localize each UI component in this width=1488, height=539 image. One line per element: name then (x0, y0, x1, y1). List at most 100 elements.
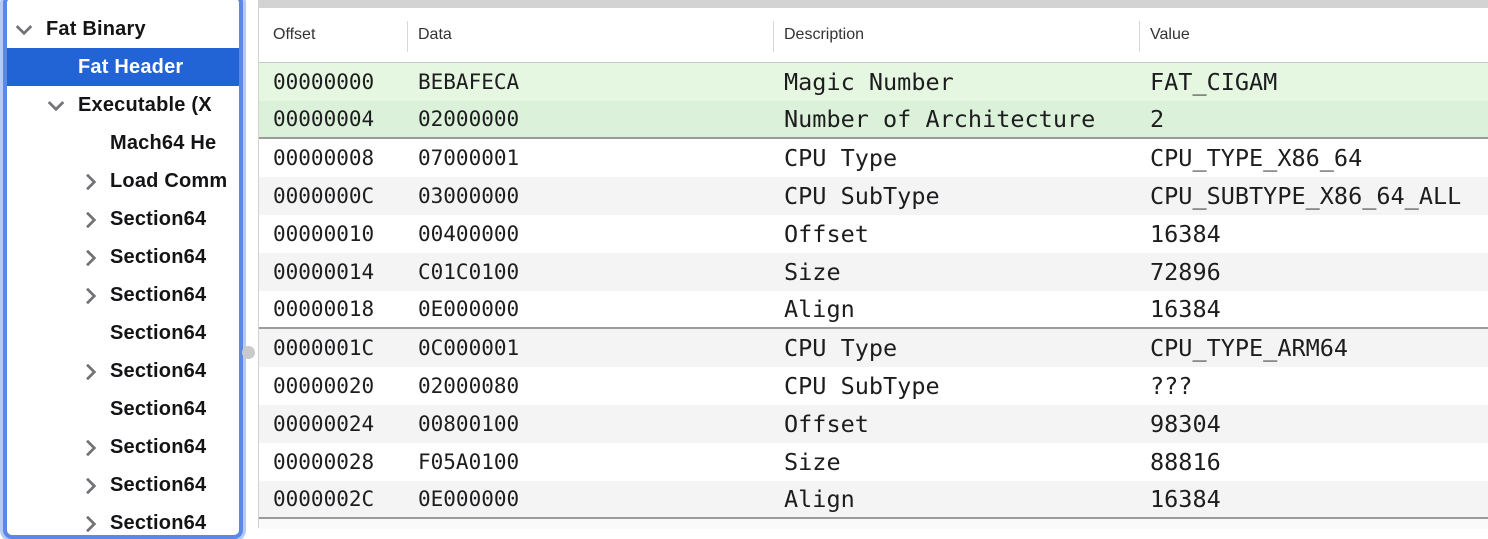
sidebar-item[interactable]: Section64 (7, 390, 239, 428)
chevron-right-icon[interactable] (78, 436, 100, 458)
chevron-right-icon[interactable] (78, 474, 100, 496)
cell-offset: 00000028 (259, 450, 407, 474)
cell-data: BEBAFECA (407, 70, 773, 94)
sidebar-item-label: Load Comm (110, 170, 227, 193)
sidebar-item-label: Section64 (110, 208, 206, 231)
cell-offset: 0000001C (259, 336, 407, 360)
sidebar-item[interactable]: Section64 (7, 466, 239, 504)
sidebar-item-label: Section64 (110, 360, 206, 383)
chevron-down-icon[interactable] (14, 18, 36, 40)
sidebar-item[interactable]: Executable (X (7, 86, 239, 124)
table-row[interactable]: 00000018 0E000000 Align 16384 (259, 291, 1488, 329)
sidebar-item[interactable]: Section64 (7, 352, 239, 390)
table-header: Offset Data Description Value (259, 8, 1488, 63)
table-row[interactable]: 00000004 02000000 Number of Architecture… (259, 101, 1488, 139)
table-row[interactable]: 00000020 02000080 CPU SubType ??? (259, 367, 1488, 405)
table-row[interactable]: 00000028 F05A0100 Size 88816 (259, 443, 1488, 481)
chevron-right-icon[interactable] (78, 246, 100, 268)
cell-offset: 00000000 (259, 70, 407, 94)
cell-offset: 00000018 (259, 297, 407, 321)
chevron-spacer (46, 56, 68, 78)
sidebar-item[interactable]: Section64 (7, 504, 239, 539)
cell-description: Number of Architecture (773, 105, 1139, 133)
cell-description: CPU SubType (773, 182, 1139, 210)
cell-data: F05A0100 (407, 450, 773, 474)
sidebar-item[interactable]: Section64 (7, 428, 239, 466)
chevron-spacer (78, 322, 100, 344)
column-header-offset[interactable]: Offset (259, 8, 407, 62)
cell-data: 02000000 (407, 107, 773, 131)
cell-offset: 00000020 (259, 374, 407, 398)
cell-value: 98304 (1139, 410, 1488, 438)
cell-offset: 00000008 (259, 146, 407, 170)
chevron-spacer (78, 132, 100, 154)
cell-value: 88816 (1139, 448, 1488, 476)
table-row[interactable]: 00000010 00400000 Offset 16384 (259, 215, 1488, 253)
sidebar-item[interactable]: Section64 (7, 200, 239, 238)
sidebar-item-label: Fat Header (78, 56, 183, 79)
cell-description: Align (773, 485, 1139, 513)
cell-value: 16384 (1139, 485, 1488, 513)
sidebar-item[interactable]: Mach64 He (7, 124, 239, 162)
cell-data: 0E000000 (407, 297, 773, 321)
sidebar-focus-ring: Fat Binary Fat Header Executable (X Mach… (3, 0, 243, 539)
sidebar-item-label: Section64 (110, 436, 206, 459)
cell-offset: 00000004 (259, 107, 407, 131)
table-body: 00000000 BEBAFECA Magic Number FAT_CIGAM… (259, 63, 1488, 529)
chevron-right-icon[interactable] (78, 512, 100, 534)
cell-data: 03000000 (407, 184, 773, 208)
sidebar-item-label: Section64 (110, 474, 206, 497)
cell-data: 0E000000 (407, 487, 773, 511)
sidebar-item[interactable]: Fat Header (7, 48, 239, 86)
table-row[interactable]: 00000014 C01C0100 Size 72896 (259, 253, 1488, 291)
chevron-right-icon[interactable] (78, 360, 100, 382)
chevron-right-icon[interactable] (78, 284, 100, 306)
cell-offset: 00000014 (259, 260, 407, 284)
sidebar-item[interactable]: Section64 (7, 276, 239, 314)
sidebar-item-label: Section64 (110, 398, 206, 421)
table-row[interactable]: 00000000 BEBAFECA Magic Number FAT_CIGAM (259, 63, 1488, 101)
sidebar-item[interactable]: Section64 (7, 238, 239, 276)
sidebar-item-label: Section64 (110, 284, 206, 307)
cell-description: CPU Type (773, 144, 1139, 172)
splitter-handle[interactable] (242, 346, 255, 359)
cell-value: CPU_SUBTYPE_X86_64_ALL (1139, 182, 1488, 210)
table-row[interactable]: 0000002C 0E000000 Align 16384 (259, 481, 1488, 519)
chevron-spacer (78, 398, 100, 420)
cell-offset: 0000002C (259, 487, 407, 511)
cell-value: CPU_TYPE_X86_64 (1139, 144, 1488, 172)
table-row[interactable]: 00000024 00800100 Offset 98304 (259, 405, 1488, 443)
cell-value: FAT_CIGAM (1139, 68, 1488, 96)
sidebar-item-label: Mach64 He (110, 132, 216, 155)
sidebar-item-label: Section64 (110, 512, 206, 535)
chevron-right-icon[interactable] (78, 208, 100, 230)
chevron-down-icon[interactable] (46, 94, 68, 116)
table-row[interactable]: 0000001C 0C000001 CPU Type CPU_TYPE_ARM6… (259, 329, 1488, 367)
column-header-description[interactable]: Description (773, 8, 1139, 62)
cell-data: 00800100 (407, 412, 773, 436)
cell-data: 07000001 (407, 146, 773, 170)
sidebar-item-label: Section64 (110, 246, 206, 269)
cell-data: C01C0100 (407, 260, 773, 284)
sidebar-item[interactable]: Section64 (7, 314, 239, 352)
cell-description: Offset (773, 410, 1139, 438)
cell-value: 16384 (1139, 220, 1488, 248)
cell-value: CPU_TYPE_ARM64 (1139, 334, 1488, 362)
outline-tree: Fat Binary Fat Header Executable (X Mach… (7, 0, 239, 539)
cell-description: Offset (773, 220, 1139, 248)
cell-description: Size (773, 448, 1139, 476)
cell-data: 02000080 (407, 374, 773, 398)
sidebar-item[interactable]: Load Comm (7, 162, 239, 200)
cell-description: Align (773, 295, 1139, 323)
sidebar-item[interactable]: Fat Binary (7, 10, 239, 48)
column-header-data[interactable]: Data (407, 8, 773, 62)
chevron-right-icon[interactable] (78, 170, 100, 192)
cell-value: 16384 (1139, 295, 1488, 323)
sidebar-item-label: Section64 (110, 322, 206, 345)
cell-description: CPU Type (773, 334, 1139, 362)
cell-description: Size (773, 258, 1139, 286)
table-row[interactable]: 0000000C 03000000 CPU SubType CPU_SUBTYP… (259, 177, 1488, 215)
column-header-value[interactable]: Value (1139, 8, 1488, 62)
cell-offset: 0000000C (259, 184, 407, 208)
table-row[interactable]: 00000008 07000001 CPU Type CPU_TYPE_X86_… (259, 139, 1488, 177)
